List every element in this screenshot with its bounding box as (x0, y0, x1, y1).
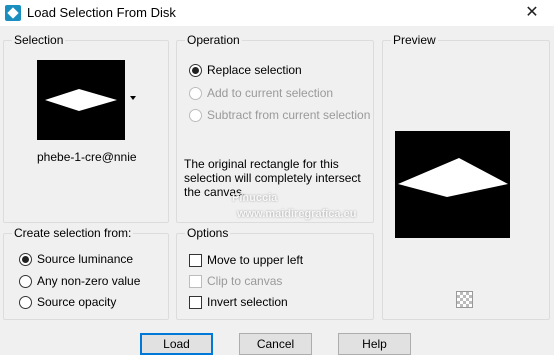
operation-description: The original rectangle for this selectio… (184, 157, 361, 199)
watermark: Pinuccia www.maidiregrafica.eu (232, 192, 356, 220)
title-bar: Load Selection From Disk ✕ (0, 0, 554, 26)
radio-label: Source opacity (37, 295, 117, 309)
transparency-checker-icon[interactable] (456, 291, 473, 308)
dropdown-arrow-icon[interactable] (130, 96, 136, 100)
radio-indicator (19, 252, 32, 266)
app-icon (5, 5, 21, 21)
radio-label: Replace selection (207, 63, 302, 77)
source-luminance-radio[interactable]: Source luminance (19, 252, 133, 266)
cancel-button[interactable]: Cancel (239, 333, 312, 355)
load-button[interactable]: Load (140, 333, 213, 355)
subtract-from-selection-radio[interactable]: Subtract from current selection (189, 108, 370, 122)
move-to-upper-left-checkbox[interactable]: Move to upper left (189, 253, 303, 267)
selection-thumbnail[interactable] (37, 60, 125, 140)
replace-selection-radio[interactable]: Replace selection (189, 63, 302, 77)
window-title: Load Selection From Disk (27, 5, 176, 20)
checkbox-box (189, 274, 202, 288)
radio-label: Any non-zero value (37, 274, 141, 288)
checkbox-label: Clip to canvas (207, 274, 283, 288)
source-opacity-radio[interactable]: Source opacity (19, 295, 116, 309)
checkbox-box (189, 253, 202, 267)
radio-indicator (19, 295, 32, 309)
operation-group-title: Operation (185, 33, 242, 47)
selection-file-name: phebe-1-cre@nnie (37, 150, 137, 164)
checkbox-box (189, 295, 202, 309)
add-to-selection-radio[interactable]: Add to current selection (189, 86, 333, 100)
close-button[interactable]: ✕ (510, 0, 554, 26)
create-from-group-title: Create selection from: (12, 226, 134, 240)
radio-indicator (189, 63, 202, 77)
invert-selection-checkbox[interactable]: Invert selection (189, 295, 288, 309)
help-button[interactable]: Help (338, 333, 411, 355)
checkbox-label: Invert selection (207, 295, 288, 309)
selection-group-title: Selection (12, 33, 66, 47)
preview-image (395, 131, 510, 238)
any-non-zero-radio[interactable]: Any non-zero value (19, 274, 140, 288)
watermark-line-1: Pinuccia (232, 192, 278, 204)
radio-label: Add to current selection (207, 86, 334, 100)
radio-label: Source luminance (37, 252, 134, 266)
radio-indicator (189, 86, 202, 100)
clip-to-canvas-checkbox[interactable]: Clip to canvas (189, 274, 282, 288)
checkbox-label: Move to upper left (207, 253, 304, 267)
radio-label: Subtract from current selection (207, 108, 371, 122)
preview-shape (398, 158, 508, 197)
radio-indicator (189, 108, 202, 122)
watermark-line-2: www.maidiregrafica.eu (237, 208, 357, 220)
close-icon: ✕ (525, 4, 539, 21)
radio-indicator (19, 274, 32, 288)
options-group-title: Options (185, 226, 231, 240)
selection-thumbnail-shape (45, 89, 117, 111)
preview-group-title: Preview (391, 33, 438, 47)
